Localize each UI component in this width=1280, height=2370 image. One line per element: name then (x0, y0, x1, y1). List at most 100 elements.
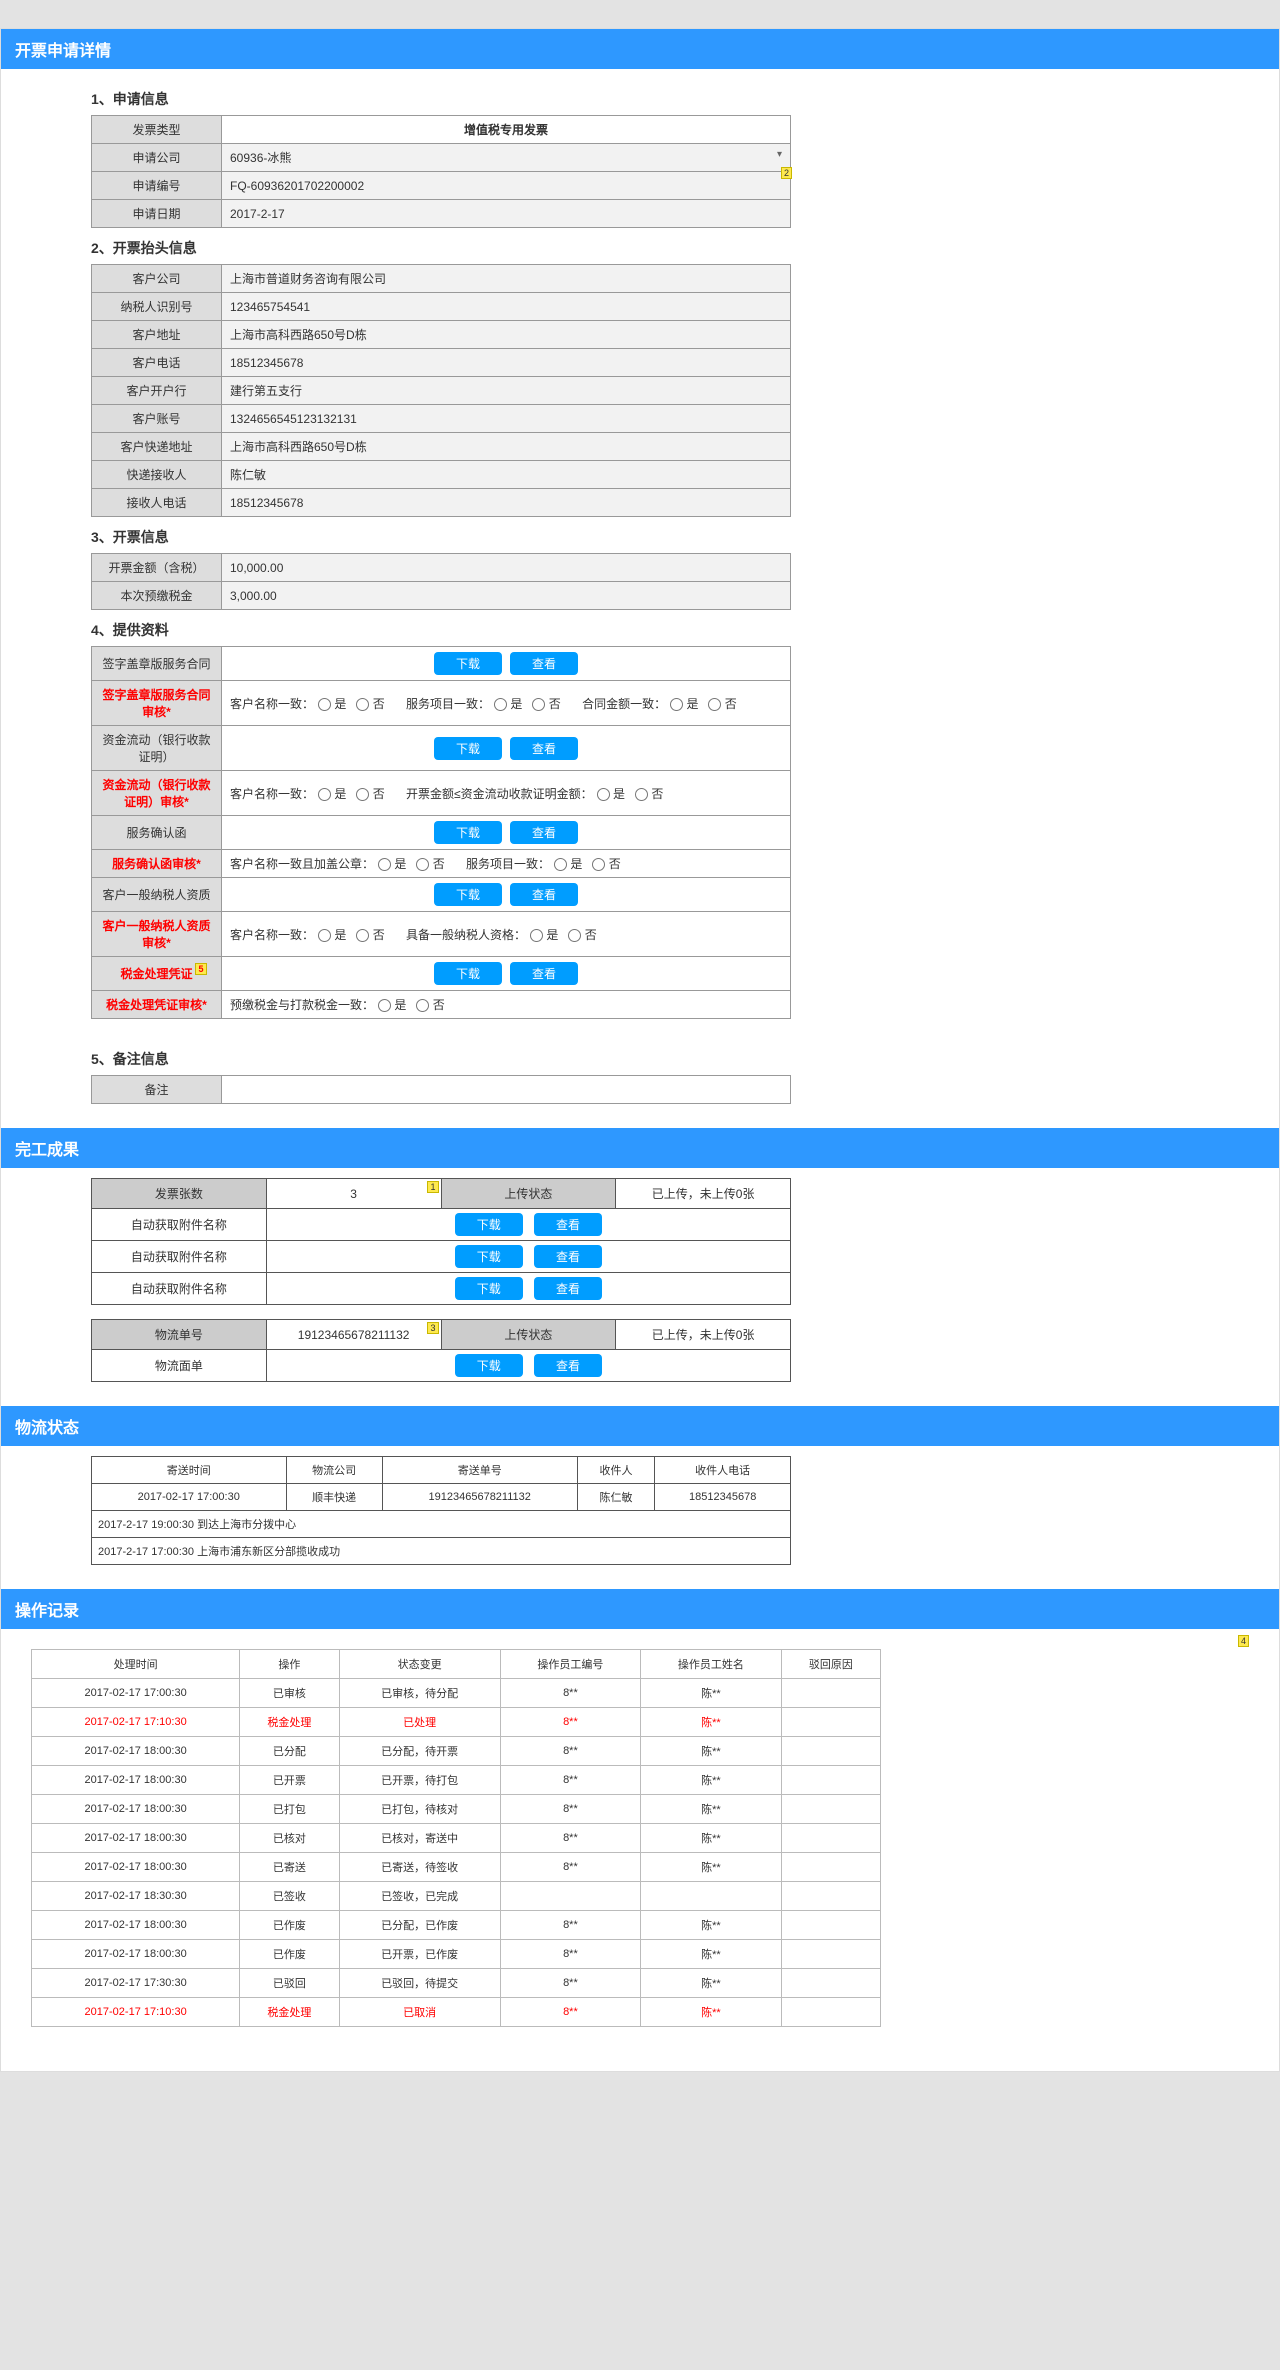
label-cell: 服务确认函 (92, 816, 222, 850)
radio-option[interactable] (378, 999, 391, 1012)
result-logistics-table: 物流单号 19123465678211132 3 上传状态 已上传，未上传0张 … (91, 1319, 791, 1382)
label-cell: 纳税人识别号 (92, 293, 222, 321)
radio-option[interactable] (494, 698, 507, 711)
table-row: 2017-02-17 18:00:30已开票已开票，待打包8**陈** (32, 1766, 881, 1795)
logistics-status-table: 寄送时间物流公司寄送单号收件人收件人电话 2017-02-17 17:00:30… (91, 1456, 791, 1565)
label-cell: 本次预缴税金 (92, 582, 222, 610)
value-cell: 3,000.00 (222, 582, 791, 610)
download-button[interactable]: 下载 (455, 1354, 523, 1377)
download-button[interactable]: 下载 (434, 652, 502, 675)
radio-option[interactable] (592, 858, 605, 871)
th: 寄送单号 (382, 1457, 577, 1484)
subheading-2: 2、开票抬头信息 (91, 238, 1279, 258)
radio-option[interactable] (568, 929, 581, 942)
radio-option[interactable] (356, 788, 369, 801)
download-button[interactable]: 下载 (455, 1277, 523, 1300)
radio-option[interactable] (597, 788, 610, 801)
audit-question: 合同金额一致： (582, 697, 666, 711)
download-button[interactable]: 下载 (434, 821, 502, 844)
download-button[interactable]: 下载 (455, 1213, 523, 1236)
label-apply-date: 申请日期 (92, 200, 222, 228)
table-row: 2017-02-17 18:30:30已签收已签收，已完成 (32, 1882, 881, 1911)
label-remark: 备注 (92, 1076, 222, 1104)
audit-question: 客户名称一致且加盖公章： (230, 857, 374, 871)
audit-question: 服务项目一致： (466, 857, 550, 871)
td: 顺丰快递 (286, 1484, 382, 1511)
view-button[interactable]: 查看 (510, 883, 578, 906)
value-cell: 预缴税金与打款税金一致： 是 否 (222, 991, 791, 1019)
radio-option[interactable] (378, 858, 391, 871)
header-info-table: 客户公司上海市普道财务咨询有限公司纳税人识别号123465754541客户地址上… (91, 264, 791, 517)
value-remark[interactable] (222, 1076, 791, 1104)
label-cell: 开票金额（含税） (92, 554, 222, 582)
radio-option[interactable] (554, 858, 567, 871)
th: 操作 (240, 1650, 339, 1679)
audit-question: 客户名称一致： (230, 928, 314, 942)
radio-option[interactable] (530, 929, 543, 942)
annotation-tag-1: 1 (427, 1181, 438, 1193)
label-company: 申请公司 (92, 144, 222, 172)
table-row: 2017-02-17 18:00:30已核对已核对，寄送中8**陈** (32, 1824, 881, 1853)
radio-option[interactable] (532, 698, 545, 711)
company-text: 60936-冰熊 (230, 151, 291, 165)
view-button[interactable]: 查看 (534, 1354, 602, 1377)
label-cell: 税金处理凭证审核* (92, 991, 222, 1019)
subheading-5: 5、备注信息 (91, 1049, 1279, 1069)
table-row: 2017-02-17 17:10:30税金处理已处理8**陈** (32, 1708, 881, 1737)
label-cell: 资金流动（银行收款证明） (92, 726, 222, 771)
td: 19123465678211132 (382, 1484, 577, 1511)
view-button[interactable]: 查看 (534, 1277, 602, 1300)
label-cell: 税金处理凭证5 (92, 957, 222, 991)
radio-option[interactable] (708, 698, 721, 711)
value-cell: 客户名称一致且加盖公章： 是 否 服务项目一致： 是 否 (222, 850, 791, 878)
radio-option[interactable] (635, 788, 648, 801)
td-tracking-no-value: 19123465678211132 3 (266, 1320, 441, 1350)
label-cell: 接收人电话 (92, 489, 222, 517)
download-button[interactable]: 下载 (455, 1245, 523, 1268)
table-row: 2017-02-17 17:10:30税金处理已取消8**陈** (32, 1998, 881, 2027)
radio-option[interactable] (670, 698, 683, 711)
annotation-tag-3: 3 (427, 1322, 438, 1334)
value-cell: 下载查看 (222, 957, 791, 991)
label-cell: 签字盖章版服务合同审核* (92, 681, 222, 726)
th: 收件人电话 (655, 1457, 791, 1484)
audit-question: 服务项目一致： (406, 697, 490, 711)
td: 18512345678 (655, 1484, 791, 1511)
value-apply-no: FQ-60936201702200002 (222, 172, 791, 200)
download-button[interactable]: 下载 (434, 962, 502, 985)
th: 操作员工姓名 (641, 1650, 782, 1679)
view-button[interactable]: 查看 (534, 1213, 602, 1236)
operation-log-table: 处理时间操作状态变更操作员工编号操作员工姓名驳回原因 2017-02-17 17… (31, 1649, 881, 2027)
result-invoice-table: 发票张数 3 1 上传状态 已上传，未上传0张 自动获取附件名称 下载 查看 自… (91, 1178, 791, 1305)
radio-option[interactable] (318, 788, 331, 801)
view-button[interactable]: 查看 (534, 1245, 602, 1268)
radio-option[interactable] (318, 698, 331, 711)
th-tracking-no: 物流单号 (92, 1320, 267, 1350)
radio-option[interactable] (416, 858, 429, 871)
view-button[interactable]: 查看 (510, 737, 578, 760)
download-button[interactable]: 下载 (434, 737, 502, 760)
radio-option[interactable] (356, 698, 369, 711)
view-button[interactable]: 查看 (510, 962, 578, 985)
radio-option[interactable] (416, 999, 429, 1012)
annotation-tag-2: 2 (781, 167, 792, 179)
th: 处理时间 (32, 1650, 240, 1679)
value-cell: 客户名称一致： 是 否 具备一般纳税人资格： 是 否 (222, 912, 791, 957)
td: 陈仁敏 (577, 1484, 655, 1511)
radio-option[interactable] (356, 929, 369, 942)
td-invoice-count-value: 3 1 (266, 1179, 441, 1209)
value-company-select[interactable]: 60936-冰熊 2 (222, 144, 791, 172)
table-row: 2017-02-17 18:00:30已打包已打包，待核对8**陈** (32, 1795, 881, 1824)
label-cell: 服务确认函审核* (92, 850, 222, 878)
table-row: 2017-02-17 18:00:30已分配已分配，待开票8**陈** (32, 1737, 881, 1766)
view-button[interactable]: 查看 (510, 652, 578, 675)
view-button[interactable]: 查看 (510, 821, 578, 844)
value-invoice-type: 增值税专用发票 (222, 116, 791, 144)
invoice-info-table: 开票金额（含税）10,000.00本次预缴税金3,000.00 (91, 553, 791, 610)
radio-option[interactable] (318, 929, 331, 942)
label-cell: 签字盖章版服务合同 (92, 647, 222, 681)
table-row: 2017-02-17 18:00:30已作废已开票，已作废8**陈** (32, 1940, 881, 1969)
row-attachment-label: 自动获取附件名称 (92, 1209, 267, 1241)
download-button[interactable]: 下载 (434, 883, 502, 906)
th: 物流公司 (286, 1457, 382, 1484)
